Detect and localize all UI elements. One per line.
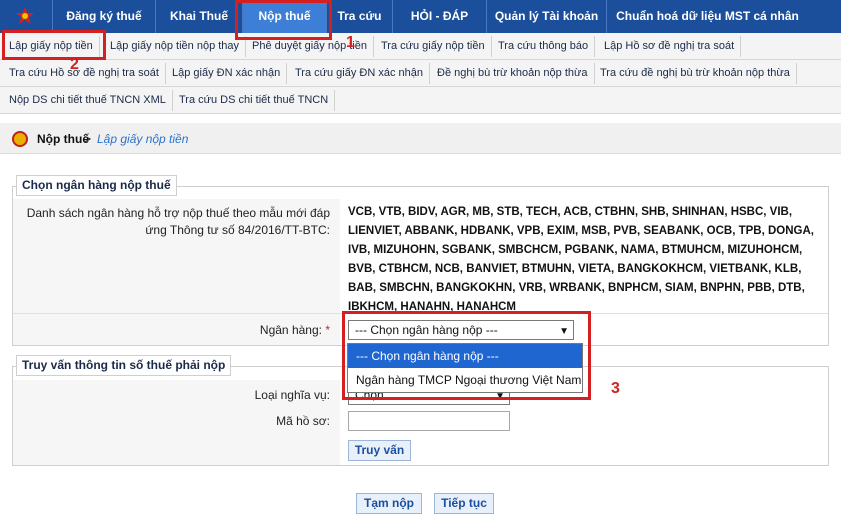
breadcrumb-main[interactable]: Nộp thuế (37, 132, 89, 146)
bank-list-label: Danh sách ngân hàng hỗ trợ nộp thuế theo… (26, 206, 330, 237)
sub-tra-cuu-giay-nop-tien[interactable]: Tra cứu giấy nộp tiền (375, 36, 492, 57)
nav-khai-thue[interactable]: Khai Thuế (155, 0, 242, 33)
bank-list: VCB, VTB, BIDV, AGR, MB, STB, TECH, ACB,… (348, 206, 814, 313)
logo (0, 0, 52, 33)
sub-lap-ho-so-tra-soat[interactable]: Lập Hồ sơ đề nghị tra soát (598, 36, 742, 57)
annotation-number-2: 2 (70, 56, 79, 73)
top-navigation-bar: Đăng ký thuế Khai Thuế Nộp thuế Tra cứu … (0, 0, 841, 33)
nav-hoi-dap[interactable]: HỎI - ĐÁP (392, 0, 486, 33)
sub-tra-cuu-giay-dn-xac-nhan[interactable]: Tra cứu giấy ĐN xác nhận (289, 63, 431, 84)
query-section-legend: Truy vấn thông tin số thuế phải nộp (16, 355, 232, 376)
annotation-number-3: 3 (611, 380, 620, 397)
breadcrumb-current: Lập giấy nộp tiền (97, 132, 189, 146)
sub-navigation-row-3: Nộp DS chi tiết thuế TNCN XML Tra cứu DS… (0, 87, 841, 114)
sub-navigation-row-1: Lập giấy nộp tiền Lập giấy nộp tiền nộp … (0, 33, 841, 60)
sub-tra-cuu-ho-so-tra-soat[interactable]: Tra cứu Hồ sơ đề nghị tra soát (3, 63, 166, 84)
bank-section-legend: Chọn ngân hàng nộp thuế (16, 175, 177, 196)
breadcrumb: Nộp thuế > Lập giấy nộp tiền (0, 123, 841, 154)
dossier-code-label: Mã hồ sơ: (276, 414, 330, 428)
nav-chuan-hoa-mst[interactable]: Chuẩn hoá dữ liệu MST cá nhân (606, 0, 808, 33)
sub-tra-cuu-ds-chi-tiet-tncn[interactable]: Tra cứu DS chi tiết thuế TNCN (173, 90, 336, 111)
sub-de-nghi-bu-tru[interactable]: Đề nghị bù trừ khoản nộp thừa (431, 63, 595, 84)
nav-tra-cuu[interactable]: Tra cứu (326, 0, 392, 33)
annotation-number-1: 1 (346, 34, 355, 51)
continue-button[interactable]: Tiếp tục (434, 493, 494, 514)
nav-quan-ly-tai-khoan[interactable]: Quản lý Tài khoản (486, 0, 606, 33)
dossier-code-input[interactable] (348, 411, 510, 431)
save-draft-button[interactable]: Tạm nộp (356, 493, 422, 514)
sub-lap-giay-dn-xac-nhan[interactable]: Lập giấy ĐN xác nhận (166, 63, 288, 84)
emblem-icon (16, 7, 34, 24)
sub-nop-ds-chi-tiet-tncn-xml[interactable]: Nộp DS chi tiết thuế TNCN XML (3, 90, 173, 111)
sub-lap-giay-nop-tien-nop-thay[interactable]: Lập giấy nộp tiền nộp thay (104, 36, 247, 57)
annotation-box-1 (235, 0, 332, 40)
emblem-icon (12, 131, 28, 147)
sub-tra-cuu-thong-bao[interactable]: Tra cứu thông báo (492, 36, 596, 57)
bank-select-label: Ngân hàng: * (259, 323, 330, 337)
required-mark: * (325, 323, 330, 337)
annotation-box-2 (2, 30, 106, 60)
obligation-type-label: Loại nghĩa vụ: (254, 388, 330, 402)
query-button[interactable]: Truy vấn (348, 440, 411, 461)
sub-navigation-row-2: Tra cứu Hồ sơ đề nghị tra soát Lập giấy … (0, 60, 841, 87)
nav-dang-ky-thue[interactable]: Đăng ký thuế (52, 0, 155, 33)
annotation-box-3 (342, 311, 591, 400)
sub-tra-cuu-de-nghi-bu-tru[interactable]: Tra cứu đề nghị bù trừ khoản nộp thừa (594, 63, 797, 84)
breadcrumb-separator: > (84, 132, 92, 146)
